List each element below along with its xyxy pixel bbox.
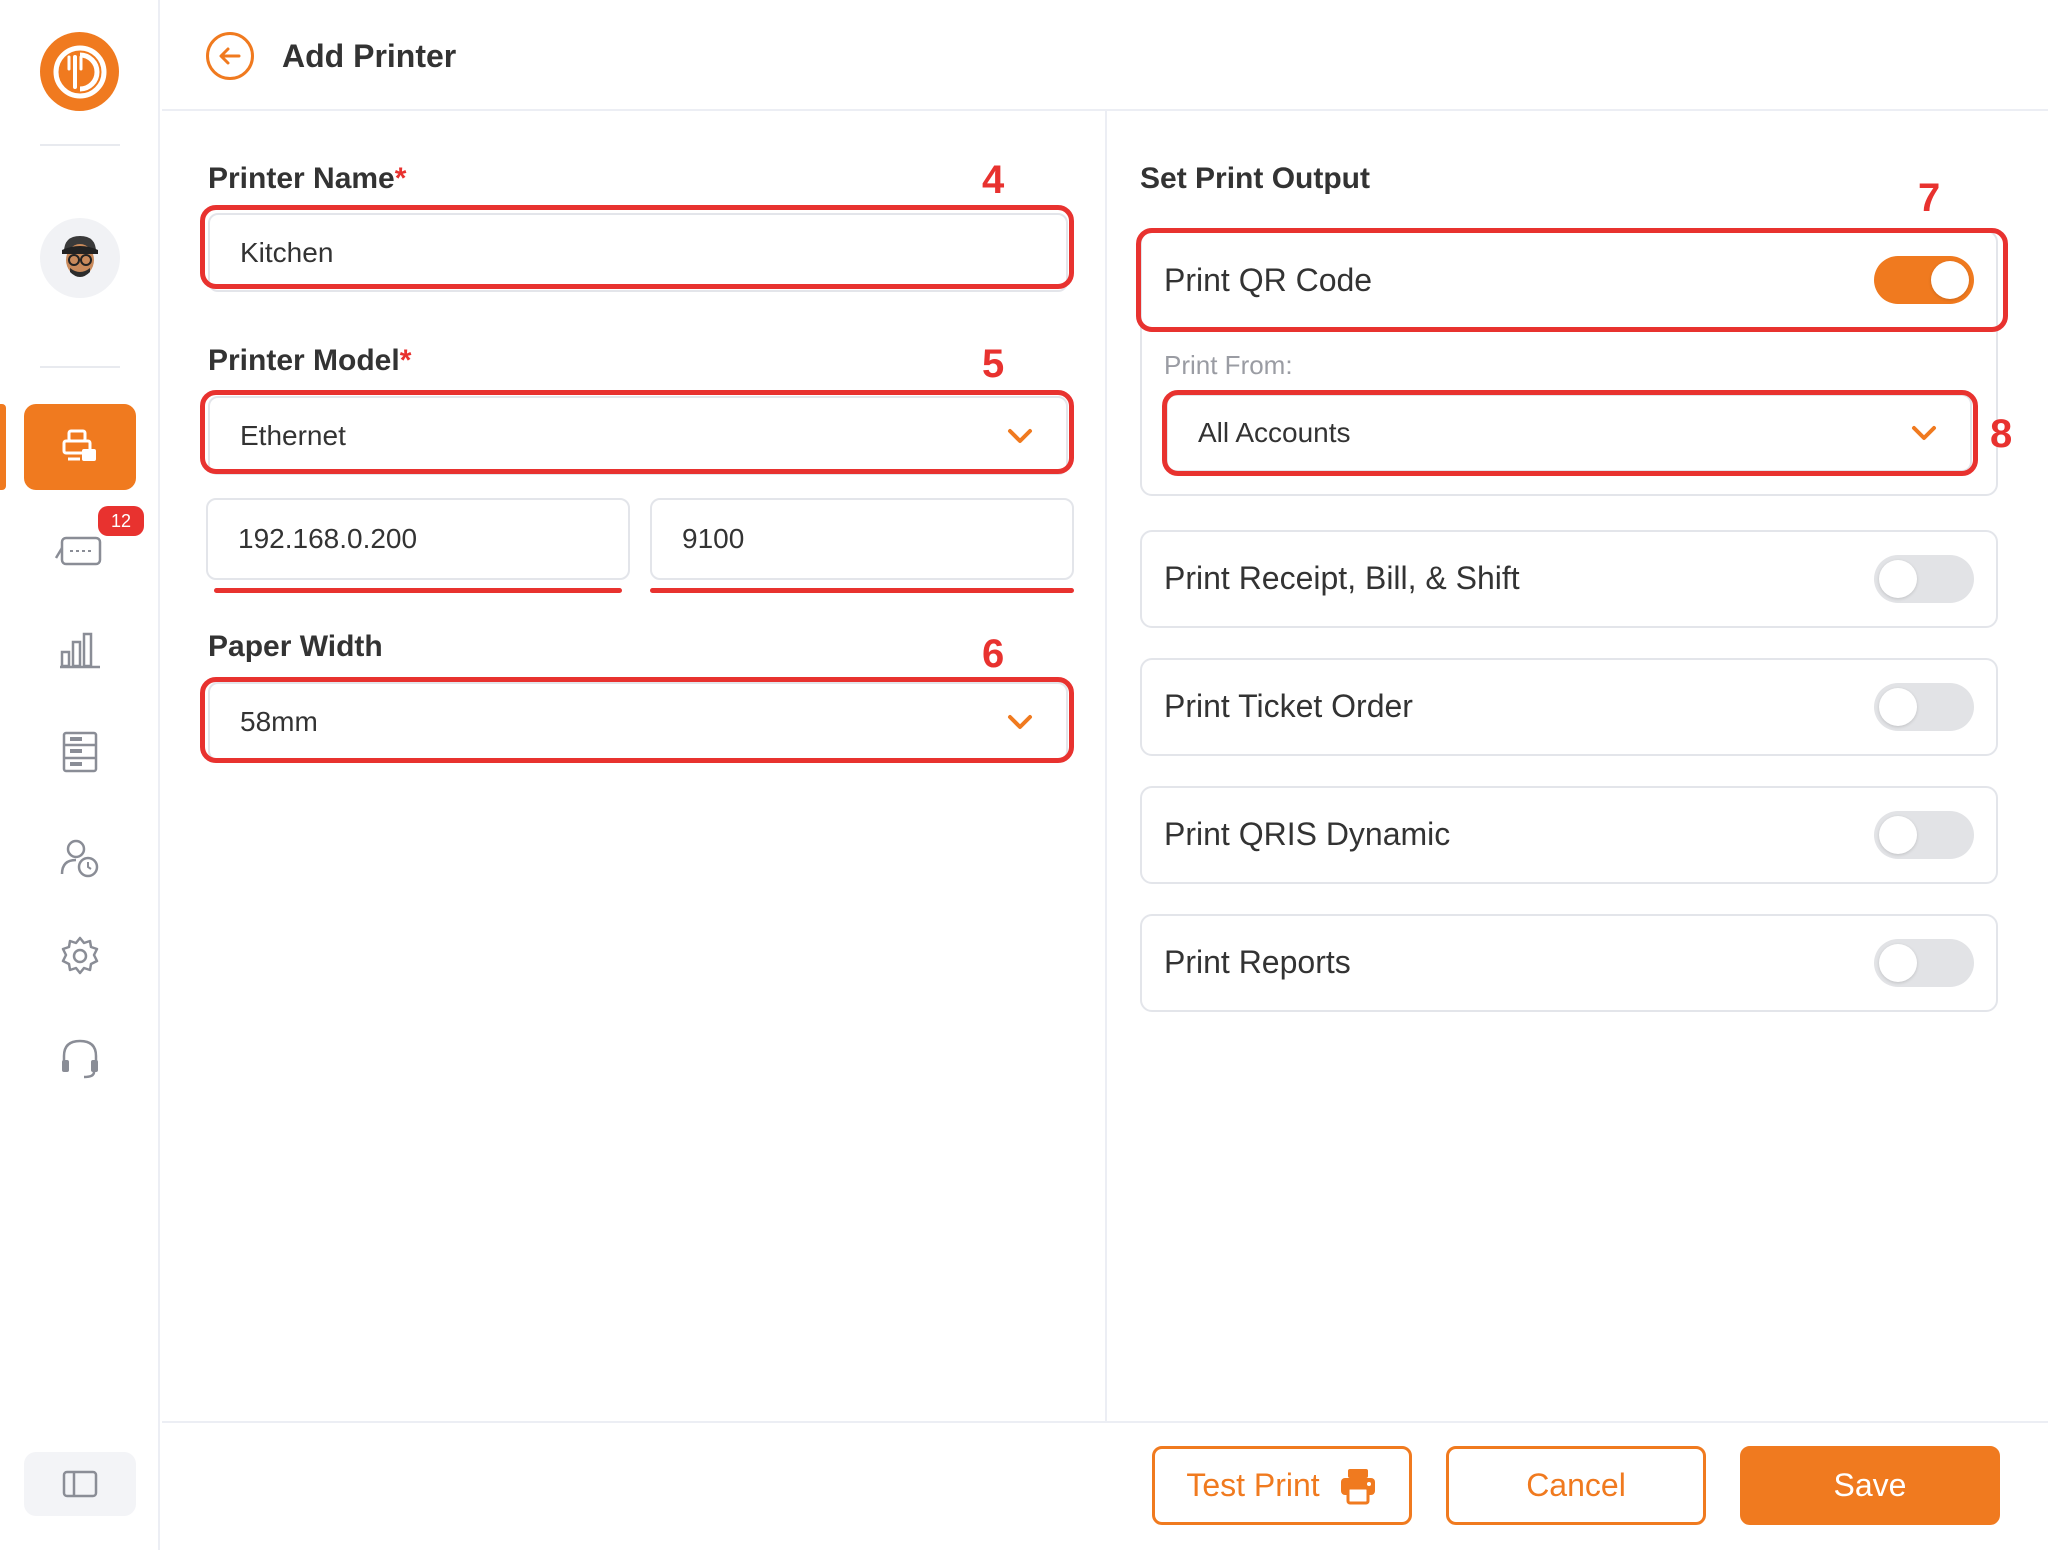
print-ticket-toggle[interactable] xyxy=(1874,683,1974,731)
test-print-button[interactable]: Test Print xyxy=(1152,1446,1412,1525)
back-button[interactable] xyxy=(206,32,254,80)
toggle-knob xyxy=(1879,944,1917,982)
column-divider xyxy=(1105,111,1107,1421)
annotation-box-6 xyxy=(200,677,1074,763)
port-input[interactable]: 9100 xyxy=(650,498,1074,580)
avatar-icon xyxy=(62,236,98,277)
bar-chart-icon xyxy=(60,632,100,669)
annotation-number-7: 7 xyxy=(1918,176,1941,220)
sidebar-item-inventory[interactable] xyxy=(40,722,120,782)
sidebar-item-staff[interactable] xyxy=(40,828,120,888)
logo-icon xyxy=(53,45,106,98)
print-option-label: Print Reports xyxy=(1164,944,1351,980)
annotation-number-4: 4 xyxy=(982,158,1005,202)
print-option-label: Print Ticket Order xyxy=(1164,688,1413,724)
print-option-label: Print Receipt, Bill, & Shift xyxy=(1164,560,1520,596)
print-receipt-toggle[interactable] xyxy=(1874,555,1974,603)
sidebar-item-reports[interactable] xyxy=(40,620,120,680)
print-option-card: Print Reports xyxy=(1140,914,1998,1012)
user-clock-icon xyxy=(60,839,99,878)
print-output-title: Set Print Output xyxy=(1140,162,1370,195)
page-header: Add Printer xyxy=(162,0,2048,111)
ip-address-value: 192.168.0.200 xyxy=(238,523,418,554)
annotation-underline-port xyxy=(650,588,1074,593)
page-title: Add Printer xyxy=(282,38,457,74)
collapse-sidebar-button[interactable] xyxy=(24,1452,136,1516)
cancel-label: Cancel xyxy=(1526,1467,1626,1503)
sidebar: 12 xyxy=(0,0,160,1550)
annotation-underline-ip xyxy=(214,588,622,593)
headset-icon xyxy=(62,1039,98,1079)
sidebar-divider xyxy=(40,144,120,146)
sidebar-divider xyxy=(40,366,120,368)
ip-address-input[interactable]: 192.168.0.200 xyxy=(206,498,630,580)
annotation-box-7 xyxy=(1136,228,2008,332)
gear-icon xyxy=(61,936,99,975)
print-option-card: Print Receipt, Bill, & Shift xyxy=(1140,530,1998,628)
toggle-knob xyxy=(1879,560,1917,598)
annotation-number-5: 5 xyxy=(982,342,1005,386)
ticket-icon xyxy=(54,536,102,566)
save-button[interactable]: Save xyxy=(1740,1446,2000,1525)
sidebar-toggle-icon xyxy=(62,1470,98,1498)
toggle-knob xyxy=(1879,688,1917,726)
annotation-number-6: 6 xyxy=(982,632,1005,676)
print-from-label: Print From: xyxy=(1164,350,1293,380)
print-option-label: Print QRIS Dynamic xyxy=(1164,816,1451,852)
print-option-card: Print Ticket Order xyxy=(1140,658,1998,756)
save-label: Save xyxy=(1833,1467,1907,1503)
sidebar-item-printer[interactable] xyxy=(24,404,136,490)
print-option-card: Print QRIS Dynamic xyxy=(1140,786,1998,884)
print-reports-toggle[interactable] xyxy=(1874,939,1974,987)
annotation-box-4 xyxy=(200,205,1074,289)
port-value: 9100 xyxy=(682,523,745,554)
test-print-label: Test Print xyxy=(1186,1467,1320,1503)
sidebar-item-settings[interactable] xyxy=(40,926,120,986)
paper-width-label: Paper Width xyxy=(208,630,383,663)
notification-badge: 12 xyxy=(98,506,144,536)
printer-icon xyxy=(1340,1468,1375,1504)
printer-name-label: Printer Name* xyxy=(208,162,407,195)
sidebar-item-support[interactable] xyxy=(40,1028,120,1088)
inventory-icon xyxy=(62,731,98,773)
user-avatar[interactable] xyxy=(40,218,120,298)
print-qris-toggle[interactable] xyxy=(1874,811,1974,859)
arrow-left-icon xyxy=(219,47,241,65)
app-logo[interactable] xyxy=(40,32,119,111)
printer-settings-icon xyxy=(62,429,96,461)
active-indicator xyxy=(0,404,6,490)
annotation-number-8: 8 xyxy=(1990,412,2013,456)
cancel-button[interactable]: Cancel xyxy=(1446,1446,1706,1525)
app: 12 Add Printer Printer Name* 4 Kitchen P… xyxy=(0,0,2048,1550)
annotation-box-5 xyxy=(200,390,1074,474)
printer-model-label: Printer Model* xyxy=(208,344,412,377)
annotation-box-8 xyxy=(1162,390,1978,476)
toggle-knob xyxy=(1879,816,1917,854)
